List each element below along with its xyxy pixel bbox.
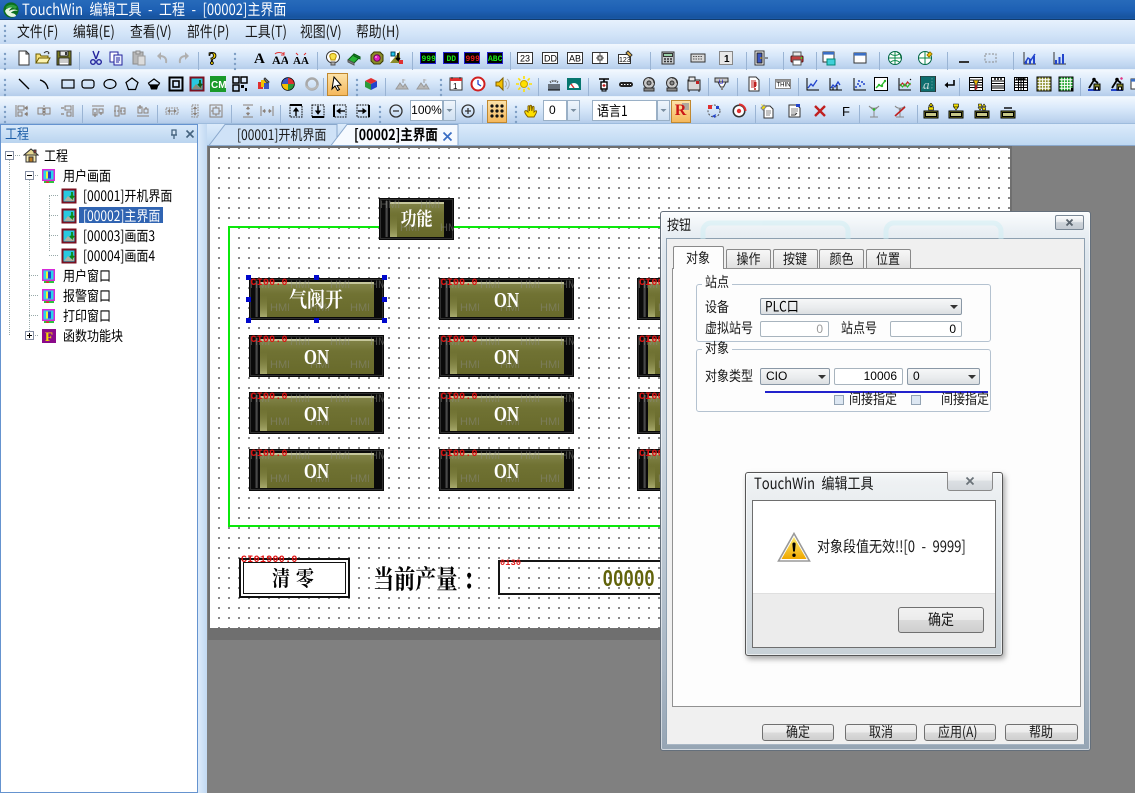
svg-text:AA: AA [293, 55, 309, 66]
svg-text:a: a [923, 77, 930, 92]
svg-text:23: 23 [520, 54, 530, 64]
svg-text:DD: DD [447, 55, 457, 64]
svg-text:AA: AA [272, 53, 288, 66]
svg-text:ABC: ABC [488, 55, 503, 64]
svg-text:1: 1 [724, 54, 730, 65]
svg-text:DD: DD [544, 54, 557, 64]
svg-text:F: F [45, 329, 53, 344]
svg-text:THIN: THIN [777, 83, 791, 89]
svg-text:999: 999 [422, 55, 437, 64]
svg-text:AB: AB [569, 54, 581, 64]
svg-text:U: U [719, 80, 723, 86]
svg-text:F: F [842, 104, 850, 119]
svg-text:1: 1 [453, 82, 458, 91]
svg-text:?: ? [208, 50, 217, 66]
svg-text:123: 123 [619, 57, 631, 64]
svg-text:A: A [254, 51, 265, 66]
svg-text:999: 999 [466, 55, 481, 64]
svg-text:CM: CM [211, 80, 226, 91]
